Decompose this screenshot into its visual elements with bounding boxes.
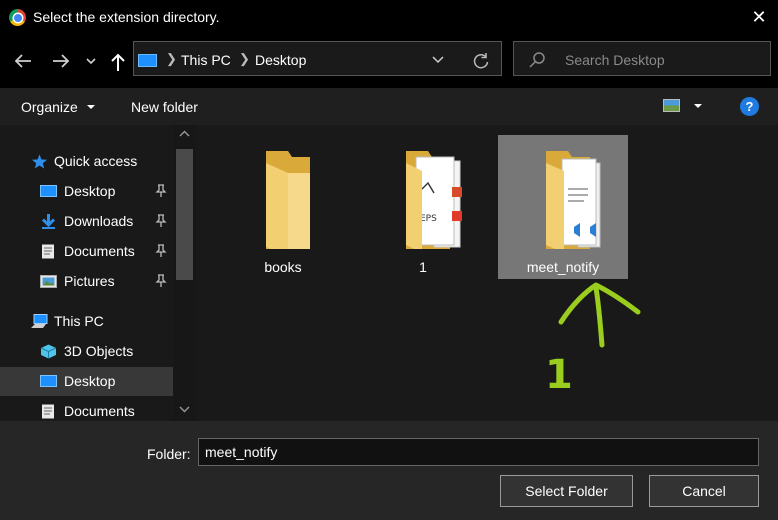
svg-text:EPS: EPS [420,214,437,224]
sidebar-item-downloads[interactable]: Downloads [0,207,173,236]
caret-down-icon [87,105,95,109]
sidebar-item-label: Downloads [64,213,134,229]
folder-icon [266,151,310,249]
file-label: books [264,259,302,275]
view-options-icon[interactable] [663,99,680,112]
chevron-up-icon[interactable] [178,129,191,139]
recent-locations-button[interactable] [84,51,98,71]
navigation-bar: ❯ This PC ❯ Desktop Search Desktop [0,35,778,88]
download-icon [41,214,56,229]
arrow-right-icon [53,54,70,68]
sidebar-item-3d-objects[interactable]: 3D Objects [0,337,173,366]
picture-icon [40,275,57,288]
back-button[interactable] [12,51,34,71]
breadcrumb-desktop[interactable]: Desktop [255,52,306,68]
title-bar: Select the extension directory. ✕ [0,0,778,35]
chevron-down-icon [432,56,444,64]
close-button[interactable]: ✕ [748,6,770,28]
sidebar-item-label: Documents [64,403,135,419]
sidebar-item-label: Documents [64,243,135,259]
folder-name-input[interactable] [198,438,759,466]
computer-icon [138,54,157,67]
sidebar-item-desktop[interactable]: Desktop [0,177,173,206]
folder-vscode-icon [546,151,601,249]
folder-eps-icon: EPS [406,151,462,249]
sidebar-item-label: This PC [54,313,104,329]
sidebar-item-desktop-selected[interactable]: Desktop [0,367,173,396]
file-label: 1 [419,259,427,275]
arrow-up-icon [111,53,125,71]
command-bar: Organize New folder ? [0,88,778,125]
help-button[interactable]: ? [740,97,759,116]
sidebar-item-label: Pictures [64,273,115,289]
scroll-thumb[interactable] [176,149,193,280]
select-folder-button[interactable]: Select Folder [500,475,633,507]
sidebar-scrollbar[interactable] [173,125,196,421]
sidebar-item-label: 3D Objects [64,343,134,359]
sidebar-item-label: Desktop [64,183,116,199]
sidebar-item-label: Quick access [54,153,138,169]
folder-item-meet-notify[interactable]: meet_notify [498,135,628,279]
refresh-button[interactable] [470,50,492,72]
pin-icon [155,274,167,287]
chrome-logo-icon [9,9,26,26]
desktop-icon [40,375,57,387]
address-bar[interactable]: ❯ This PC ❯ Desktop [133,41,502,76]
address-history-dropdown[interactable] [430,52,446,66]
sidebar-item-this-pc[interactable]: This PC [0,307,173,336]
sidebar-item-documents-pc[interactable]: Documents [0,397,173,421]
chevron-right-icon: ❯ [166,51,177,66]
document-icon [42,244,54,259]
folder-label: Folder: [147,446,191,462]
window-title: Select the extension directory. [33,9,220,25]
up-button[interactable] [107,51,129,71]
computer-icon [31,314,48,328]
sidebar-item-quick-access[interactable]: Quick access [0,147,173,176]
arrow-left-icon [14,54,31,68]
forward-button[interactable] [50,51,72,71]
folder-item-1[interactable]: EPS 1 [358,135,488,279]
sidebar-item-pictures[interactable]: Pictures [0,267,173,296]
chevron-down-icon[interactable] [178,404,191,414]
file-label: meet_notify [526,259,600,275]
desktop-icon [40,185,57,197]
sidebar-item-documents[interactable]: Documents [0,237,173,266]
refresh-icon [473,53,489,69]
navigation-pane: Quick access Desktop Downloads Documents… [0,125,196,421]
search-box[interactable]: Search Desktop [513,41,771,76]
chevron-right-icon: ❯ [239,51,250,66]
file-list: books EPS 1 meet_notify [196,125,778,421]
dialog-footer: Folder: Select Folder Cancel [0,421,778,520]
search-icon [529,52,545,68]
star-icon [32,154,47,169]
cancel-button[interactable]: Cancel [649,475,759,507]
document-icon [42,404,54,419]
caret-down-icon[interactable] [694,104,702,108]
pin-icon [155,214,167,227]
new-folder-button[interactable]: New folder [131,99,198,115]
pin-icon [155,244,167,257]
organize-button[interactable]: Organize [21,99,78,115]
pin-icon [155,184,167,197]
folder-item-books[interactable]: books [218,135,348,279]
search-input[interactable]: Search Desktop [565,52,665,68]
cube-icon [40,344,57,359]
chevron-down-icon [86,58,96,65]
sidebar-item-label: Desktop [64,373,116,389]
breadcrumb-this-pc[interactable]: This PC [181,52,231,68]
